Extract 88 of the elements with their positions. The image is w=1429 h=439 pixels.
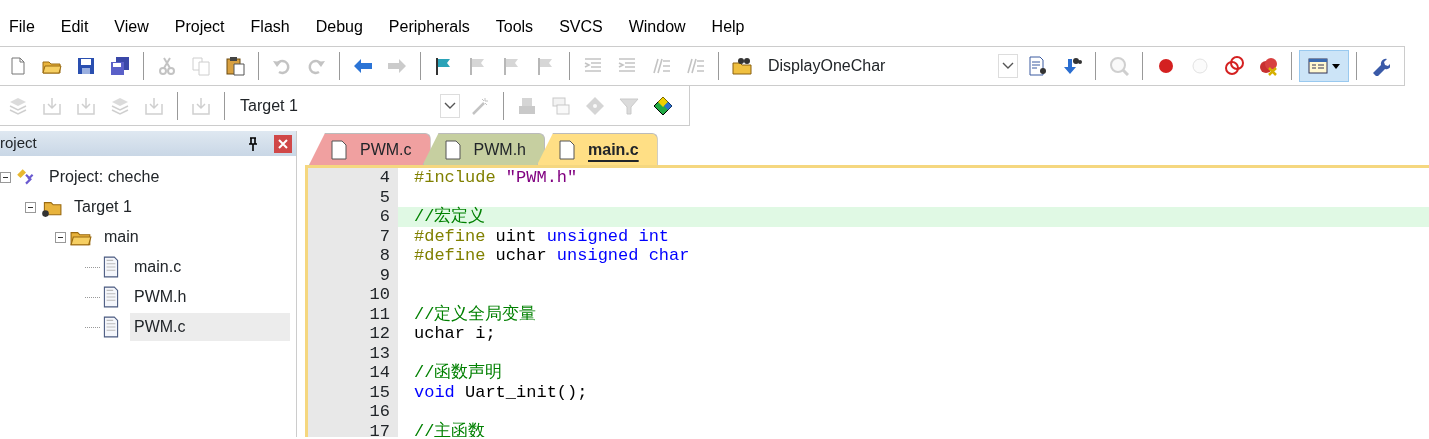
code-line: #define uint unsigned int	[413, 226, 671, 246]
line-number: 12	[368, 324, 391, 344]
file-icon	[330, 139, 348, 160]
tray-icon	[144, 95, 164, 116]
document-search-icon	[1028, 56, 1048, 76]
tree-item[interactable]: Project: cheche	[45, 163, 164, 191]
magnifier-icon	[1109, 56, 1129, 76]
tree-item[interactable]: PWM.c	[130, 313, 290, 341]
windows-icon	[551, 95, 571, 116]
line-number: 13	[368, 343, 391, 363]
close-icon	[278, 138, 288, 149]
menu-item[interactable]: Flash	[237, 15, 303, 39]
menu-item[interactable]: Edit	[47, 15, 102, 39]
stack-icon	[8, 95, 28, 116]
file-icon	[558, 139, 576, 160]
dropdown-button[interactable]	[440, 93, 460, 118]
diamond-icon	[585, 95, 605, 116]
tree-item[interactable]: main	[100, 223, 143, 251]
menu-item[interactable]: Help	[698, 15, 758, 39]
line-number: 4	[378, 168, 391, 188]
code-line: uchar i;	[413, 324, 497, 344]
editor-tab[interactable]: PWM.h	[422, 133, 545, 165]
breakpoint-dot-icon	[1156, 56, 1176, 76]
caret-icon	[1332, 63, 1340, 69]
save-all-icon	[110, 56, 130, 76]
menu-item[interactable]: File	[0, 15, 48, 39]
line-number: 15	[368, 382, 391, 402]
line-number: 7	[378, 226, 391, 246]
editor-tab[interactable]: main.c	[537, 133, 658, 165]
circle-icon	[1190, 56, 1210, 76]
line-number: 9	[378, 265, 391, 285]
window-layout-icon	[1308, 56, 1328, 76]
comment-icon	[651, 56, 671, 76]
expander-icon[interactable]	[0, 171, 11, 183]
wand-icon	[470, 95, 490, 116]
menu-item[interactable]: Window	[615, 15, 699, 39]
blocks-icon	[517, 95, 537, 116]
line-number: 11	[368, 304, 391, 324]
code-line: #define uchar unsigned char	[413, 246, 691, 266]
line-number: 14	[368, 363, 391, 383]
cut-icon	[157, 56, 177, 76]
tray-icon	[76, 95, 96, 116]
stack-icon	[110, 95, 130, 116]
chevron-icon	[444, 101, 456, 110]
menu-item[interactable]: SVCS	[546, 15, 616, 39]
load-icon	[191, 95, 211, 116]
tree-item[interactable]: PWM.h	[130, 283, 191, 311]
line-number: 10	[368, 285, 391, 305]
funnel-icon	[619, 95, 639, 116]
color-diamonds-icon	[653, 95, 673, 116]
find-folder-icon	[732, 56, 752, 76]
paste-icon	[225, 56, 245, 76]
line-number: 8	[378, 246, 391, 266]
code-line: //定义全局变量	[413, 304, 538, 324]
new-file-icon	[8, 56, 28, 76]
line-number: 16	[368, 402, 391, 422]
line-number: 17	[368, 421, 391, 437]
circles-icon	[1224, 56, 1244, 76]
forward-arrow-icon	[387, 56, 407, 76]
pin-icon[interactable]	[248, 136, 258, 151]
combo-text: Target 1	[240, 95, 298, 116]
line-number: 6	[378, 207, 391, 227]
chevron-icon	[1002, 62, 1014, 70]
save-icon	[76, 56, 96, 76]
copy-icon	[191, 56, 211, 76]
code-line: //函数声明	[413, 363, 504, 383]
expander-icon[interactable]	[25, 201, 36, 213]
tray-icon	[42, 95, 62, 116]
line-number: 5	[378, 187, 391, 207]
tree-item[interactable]: Target 1	[70, 193, 136, 221]
expander-icon[interactable]	[55, 231, 66, 243]
code-line: #include "PWM.h"	[413, 168, 579, 188]
binoculars-arrow-icon	[1062, 56, 1082, 76]
close-button[interactable]	[274, 134, 292, 153]
file-icon	[443, 139, 462, 160]
dropdown-button[interactable]	[998, 54, 1018, 78]
breakpoints-cross-icon	[1258, 56, 1278, 76]
editor-tab[interactable]: PWM.c	[309, 133, 431, 165]
combo-text: DisplayOneChar	[768, 56, 886, 76]
panel-title: roject	[0, 133, 37, 154]
menu-item[interactable]: View	[101, 15, 162, 39]
menu-item[interactable]: Peripherals	[375, 15, 483, 39]
menu-item[interactable]: Tools	[482, 15, 547, 39]
code-line: void Uart_init();	[413, 382, 589, 402]
menu-item[interactable]: Debug	[302, 15, 376, 39]
tree-item[interactable]: main.c	[130, 253, 186, 281]
uncomment-icon	[685, 56, 705, 76]
menu-item[interactable]: Project	[161, 15, 238, 39]
